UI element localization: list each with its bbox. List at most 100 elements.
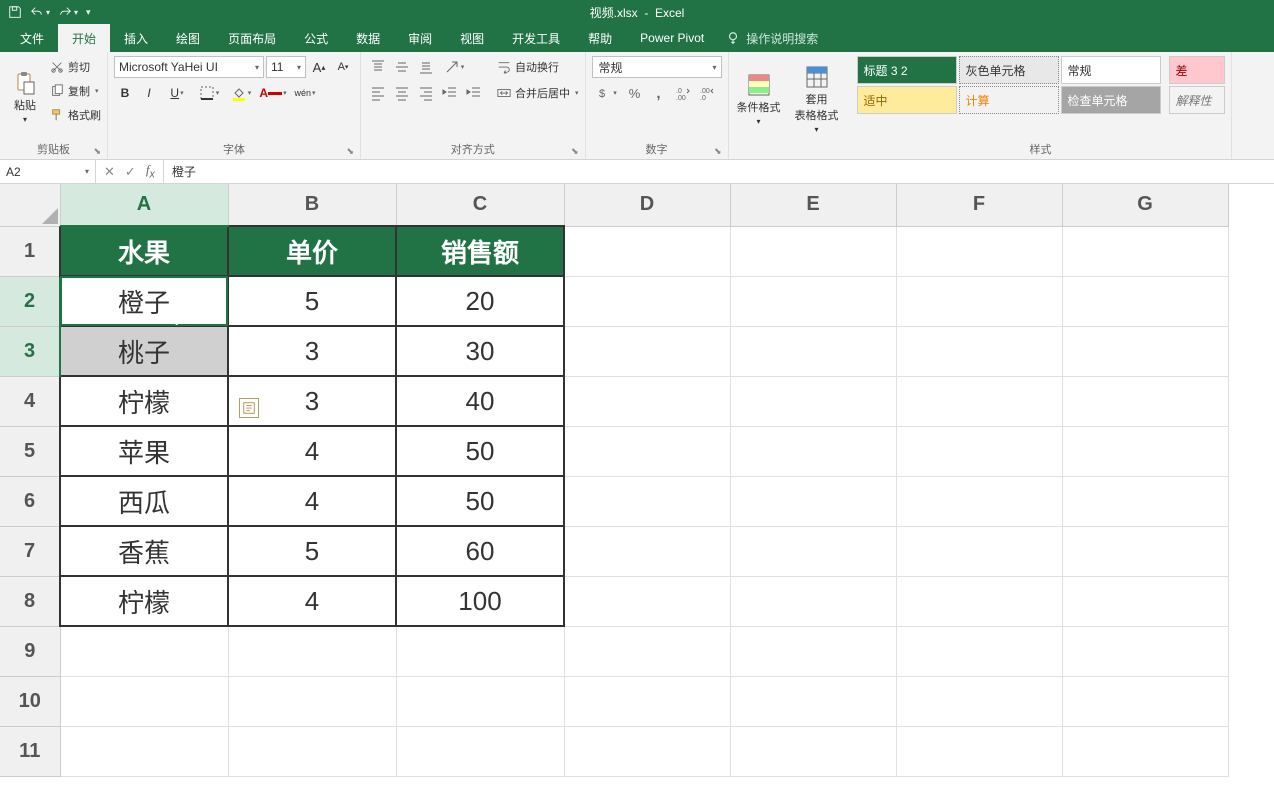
- cell-C8[interactable]: 100: [396, 576, 564, 626]
- qat-customize[interactable]: ▾: [86, 7, 91, 18]
- cell-C10[interactable]: [396, 676, 564, 726]
- cell-C7[interactable]: 60: [396, 526, 564, 576]
- cell-G9[interactable]: [1062, 626, 1228, 676]
- format-as-table-button[interactable]: 套用 表格格式▾: [789, 56, 845, 143]
- cell-D11[interactable]: [564, 726, 730, 776]
- row-header-6[interactable]: 6: [0, 476, 60, 526]
- tab-insert[interactable]: 插入: [110, 24, 162, 52]
- cell-G10[interactable]: [1062, 676, 1228, 726]
- tab-file[interactable]: 文件: [6, 24, 58, 52]
- cell-E1[interactable]: [730, 226, 896, 276]
- col-header-B[interactable]: B: [228, 184, 396, 226]
- style-calculation[interactable]: 计算: [959, 86, 1059, 114]
- cut-button[interactable]: 剪切: [50, 56, 101, 78]
- cell-B5[interactable]: 4: [228, 426, 396, 476]
- cell-F9[interactable]: [896, 626, 1062, 676]
- cell-D5[interactable]: [564, 426, 730, 476]
- cell-F3[interactable]: [896, 326, 1062, 376]
- tab-home[interactable]: 开始: [58, 24, 110, 52]
- cell-C11[interactable]: [396, 726, 564, 776]
- copy-button[interactable]: 复制▾: [50, 80, 101, 102]
- cell-G6[interactable]: [1062, 476, 1228, 526]
- row-header-11[interactable]: 11: [0, 726, 60, 776]
- cell-B11[interactable]: [228, 726, 396, 776]
- decrease-indent-button[interactable]: [439, 82, 461, 104]
- redo-button[interactable]: ▾: [58, 5, 78, 19]
- style-title32[interactable]: 标题 3 2: [857, 56, 957, 84]
- style-check-cell[interactable]: 检查单元格: [1061, 86, 1161, 114]
- col-header-E[interactable]: E: [730, 184, 896, 226]
- tab-draw[interactable]: 绘图: [162, 24, 214, 52]
- tab-page-layout[interactable]: 页面布局: [214, 24, 290, 52]
- cell-D9[interactable]: [564, 626, 730, 676]
- cell-A5[interactable]: 苹果: [60, 426, 228, 476]
- row-header-5[interactable]: 5: [0, 426, 60, 476]
- cell-D1[interactable]: [564, 226, 730, 276]
- cell-A1[interactable]: 水果: [60, 226, 228, 276]
- cell-F2[interactable]: [896, 276, 1062, 326]
- cell-D7[interactable]: [564, 526, 730, 576]
- style-explanatory[interactable]: 解释性: [1169, 86, 1225, 114]
- font-size-select[interactable]: 11▾: [266, 56, 306, 78]
- style-normal[interactable]: 常规: [1061, 56, 1161, 84]
- cell-G1[interactable]: [1062, 226, 1228, 276]
- col-header-C[interactable]: C: [396, 184, 564, 226]
- cell-F1[interactable]: [896, 226, 1062, 276]
- smart-tag-icon[interactable]: [239, 398, 259, 418]
- cell-A9[interactable]: [60, 626, 228, 676]
- col-header-F[interactable]: F: [896, 184, 1062, 226]
- comma-button[interactable]: ,: [648, 82, 670, 104]
- cell-A2[interactable]: 橙子: [60, 276, 228, 326]
- col-header-A[interactable]: A: [60, 184, 228, 226]
- cell-E2[interactable]: [730, 276, 896, 326]
- cell-A8[interactable]: 柠檬: [60, 576, 228, 626]
- row-header-4[interactable]: 4: [0, 376, 60, 426]
- col-header-D[interactable]: D: [564, 184, 730, 226]
- font-name-select[interactable]: Microsoft YaHei UI▾: [114, 56, 264, 78]
- style-neutral[interactable]: 适中: [857, 86, 957, 114]
- cell-D6[interactable]: [564, 476, 730, 526]
- save-button[interactable]: [8, 5, 22, 19]
- name-box[interactable]: A2▾: [0, 160, 96, 183]
- align-launcher[interactable]: ⬊: [571, 146, 579, 157]
- cell-E4[interactable]: [730, 376, 896, 426]
- decrease-font-button[interactable]: A▾: [332, 56, 354, 78]
- bold-button[interactable]: B: [114, 82, 136, 104]
- align-bottom-button[interactable]: [415, 56, 437, 78]
- row-header-3[interactable]: 3: [0, 326, 60, 376]
- tab-review[interactable]: 审阅: [394, 24, 446, 52]
- cell-A10[interactable]: [60, 676, 228, 726]
- cell-E7[interactable]: [730, 526, 896, 576]
- row-header-1[interactable]: 1: [0, 226, 60, 276]
- confirm-edit-button[interactable]: ✓: [125, 164, 136, 180]
- cell-F4[interactable]: [896, 376, 1062, 426]
- style-bad[interactable]: 差: [1169, 56, 1225, 84]
- cell-D10[interactable]: [564, 676, 730, 726]
- cell-E8[interactable]: [730, 576, 896, 626]
- cell-G7[interactable]: [1062, 526, 1228, 576]
- cell-B10[interactable]: [228, 676, 396, 726]
- col-header-G[interactable]: G: [1062, 184, 1228, 226]
- italic-button[interactable]: I: [138, 82, 160, 104]
- cell-E10[interactable]: [730, 676, 896, 726]
- cell-D4[interactable]: [564, 376, 730, 426]
- cell-C2[interactable]: 20: [396, 276, 564, 326]
- row-header-9[interactable]: 9: [0, 626, 60, 676]
- merge-center-button[interactable]: 合并后居中▾: [497, 82, 579, 104]
- conditional-format-button[interactable]: 条件格式▾: [735, 56, 783, 143]
- tab-formulas[interactable]: 公式: [290, 24, 342, 52]
- cell-E9[interactable]: [730, 626, 896, 676]
- row-header-8[interactable]: 8: [0, 576, 60, 626]
- clipboard-launcher[interactable]: ⬊: [93, 146, 101, 157]
- row-header-2[interactable]: 2: [0, 276, 60, 326]
- percent-button[interactable]: %: [624, 82, 646, 104]
- cell-C4[interactable]: 40: [396, 376, 564, 426]
- tab-developer[interactable]: 开发工具: [498, 24, 574, 52]
- border-button[interactable]: ▾: [194, 82, 224, 104]
- cell-B6[interactable]: 4: [228, 476, 396, 526]
- format-painter-button[interactable]: 格式刷: [50, 104, 101, 126]
- orientation-button[interactable]: ▾: [439, 56, 469, 78]
- cell-C6[interactable]: 50: [396, 476, 564, 526]
- cell-F7[interactable]: [896, 526, 1062, 576]
- cell-styles-gallery[interactable]: 标题 3 2 灰色单元格 常规 适中 计算 检查单元格: [857, 56, 1161, 139]
